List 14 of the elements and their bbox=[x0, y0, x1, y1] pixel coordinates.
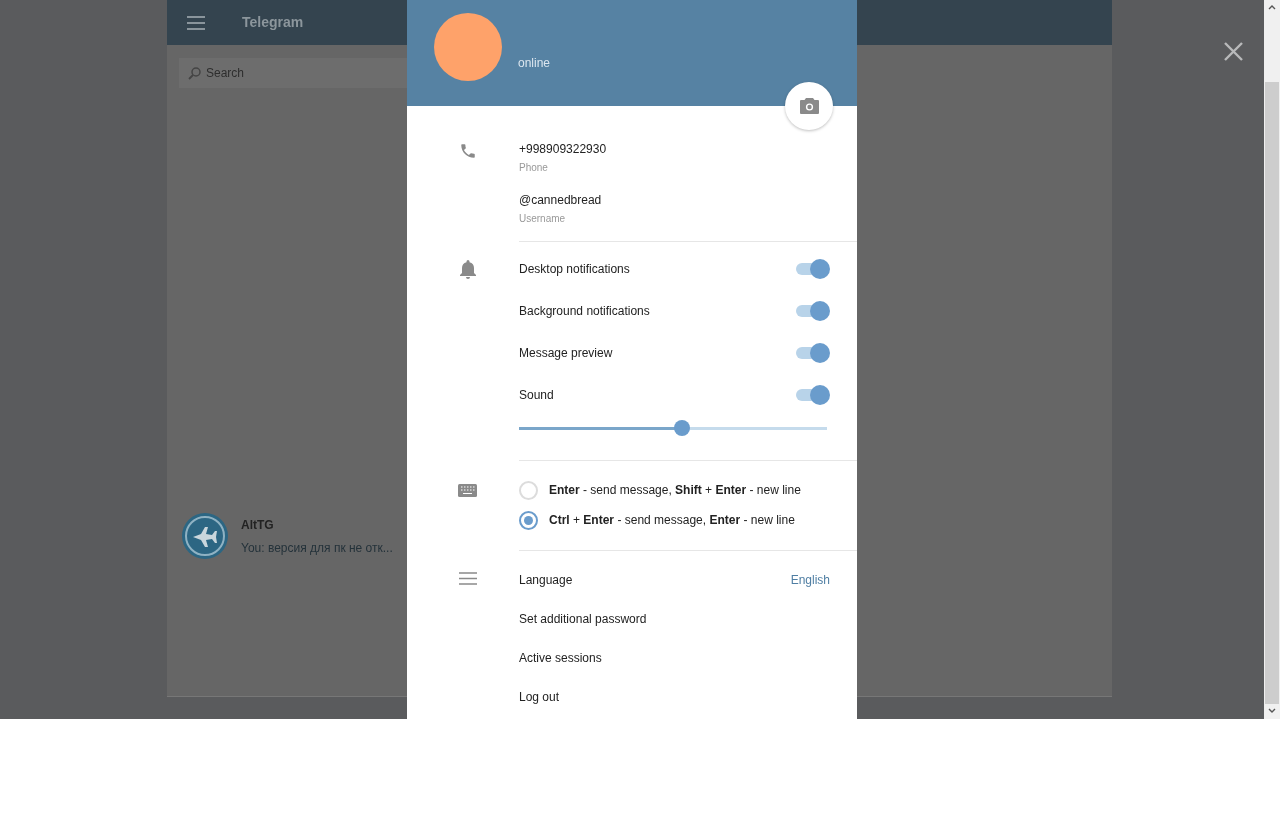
setting-label: Desktop notifications bbox=[519, 261, 630, 278]
chat-preview: You: версия для пк не отк... bbox=[241, 539, 393, 557]
contact-label: Username bbox=[519, 212, 567, 226]
app-title: Telegram bbox=[242, 13, 304, 32]
radio-label: Ctrl + Enter - send message, Enter - new line bbox=[549, 512, 795, 529]
setting-label: Sound bbox=[519, 387, 554, 404]
radio-label: Enter - send message, Shift + Enter - new line bbox=[549, 482, 801, 499]
contact-value: @cannedbread bbox=[519, 192, 603, 209]
status-text: online bbox=[518, 55, 551, 72]
chat-name: AltTG bbox=[241, 516, 275, 534]
contact-label: Phone bbox=[519, 161, 549, 175]
setting-label: Message preview bbox=[519, 345, 613, 362]
contact-value: +998909322930 bbox=[519, 141, 607, 158]
setting-label: Background notifications bbox=[519, 303, 650, 320]
